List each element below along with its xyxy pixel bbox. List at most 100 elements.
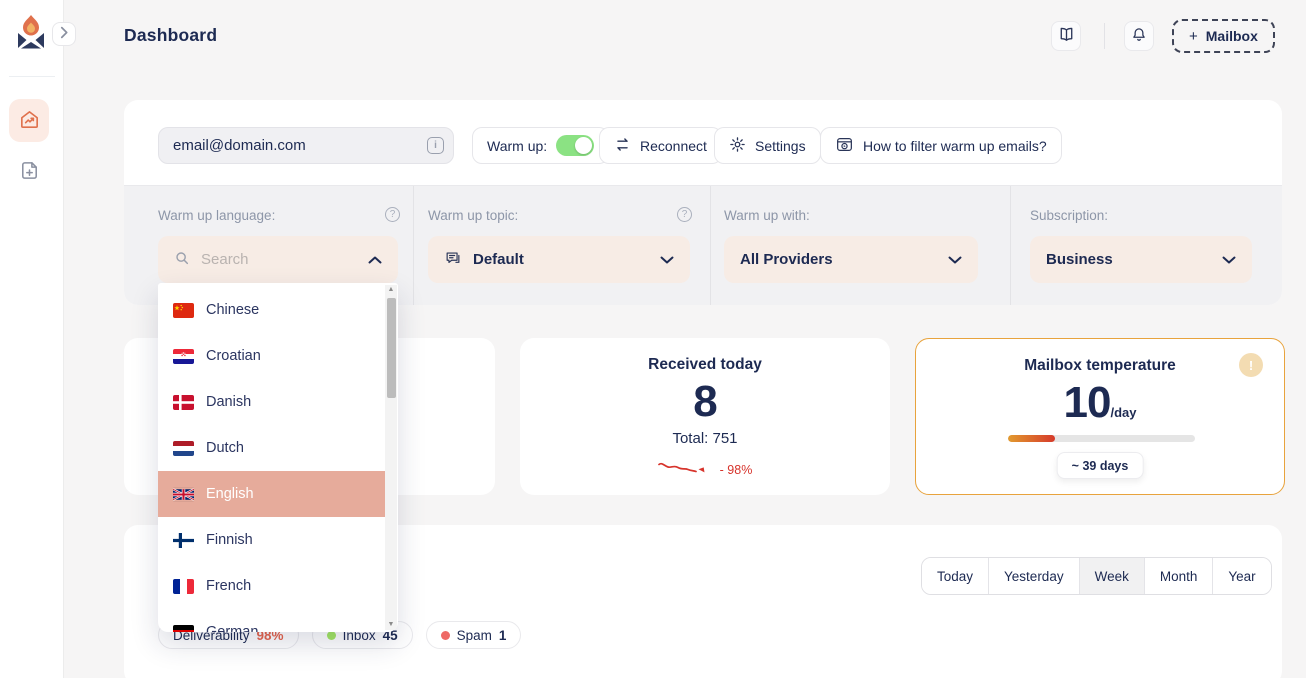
email-input[interactable] <box>158 127 454 164</box>
language-option-croatian[interactable]: Croatian <box>158 333 386 379</box>
gear-icon <box>729 136 746 156</box>
howto-filter-button[interactable]: How to filter warm up emails? <box>820 127 1062 164</box>
scroll-up-icon[interactable]: ▲ <box>385 285 397 295</box>
dropdown-scrollbar[interactable]: ▲ ▼ <box>385 285 397 630</box>
language-dropdown-list: Chinese Croatian Danish Dutch English Finnish… <box>158 287 398 632</box>
chevron-down-icon <box>948 251 962 268</box>
language-option-label: Danish <box>206 394 251 410</box>
provider-filter-label: Warm up with: <box>724 208 810 223</box>
notifications-button[interactable] <box>1124 21 1154 51</box>
header-divider <box>1104 23 1105 49</box>
received-today-total: Total: 751 <box>520 430 890 447</box>
legend-badge-spam[interactable]: Spam 1 <box>426 621 522 649</box>
language-option-label: Croatian <box>206 348 261 364</box>
reconnect-label: Reconnect <box>640 138 707 154</box>
sidebar <box>0 0 64 678</box>
filter-divider <box>1010 186 1011 305</box>
language-option-label: Dutch <box>206 440 244 456</box>
received-today-value: 8 <box>520 380 890 424</box>
subscription-select[interactable]: Business <box>1030 236 1252 283</box>
range-tab-week[interactable]: Week <box>1079 558 1144 594</box>
sidebar-collapse-button[interactable] <box>52 22 76 46</box>
temperature-progress-fill <box>1008 435 1055 442</box>
settings-button[interactable]: Settings <box>714 127 821 164</box>
legend-label: Spam <box>457 628 492 643</box>
sidebar-divider <box>9 76 55 77</box>
flag-nl-icon <box>173 441 194 456</box>
mailbox-temperature-title: Mailbox temperature <box>916 357 1284 375</box>
sidebar-item-add-file[interactable] <box>9 150 49 193</box>
chevron-down-icon <box>1222 251 1236 268</box>
legend-dot-icon <box>441 631 450 640</box>
flag-hr-icon <box>173 349 194 364</box>
flag-dk-icon <box>173 395 194 410</box>
language-dropdown: Chinese Croatian Danish Dutch English Finnish… <box>158 283 398 632</box>
chevron-right-icon <box>60 26 69 42</box>
language-option-label: English <box>206 486 254 502</box>
topic-help-icon[interactable]: ? <box>677 207 692 222</box>
language-help-icon[interactable]: ? <box>385 207 400 222</box>
language-option-english[interactable]: English <box>158 471 386 517</box>
topic-value: Default <box>473 251 649 268</box>
temperature-eta-badge: ~ 39 days <box>1057 452 1144 479</box>
provider-value: All Providers <box>740 251 937 268</box>
language-search-input[interactable] <box>201 251 357 268</box>
language-option-chinese[interactable]: Chinese <box>158 287 386 333</box>
temperature-value-group: 10 /day <box>916 381 1284 425</box>
flag-fi-icon <box>173 533 194 548</box>
howto-label: How to filter warm up emails? <box>863 138 1047 154</box>
temperature-value: 10 <box>1064 381 1111 425</box>
video-icon <box>835 135 854 157</box>
temperature-unit: /day <box>1110 405 1136 420</box>
flag-cn-icon <box>173 303 194 318</box>
chat-topic-icon <box>444 249 462 271</box>
bell-icon <box>1130 26 1148 47</box>
sidebar-item-dashboard[interactable] <box>9 99 49 142</box>
flag-fr-icon <box>173 579 194 594</box>
language-select[interactable] <box>158 236 398 283</box>
language-option-german[interactable]: German <box>158 609 386 632</box>
email-info-icon[interactable]: i <box>427 137 444 154</box>
language-option-label: Chinese <box>206 302 259 318</box>
add-mailbox-label: Mailbox <box>1206 28 1258 44</box>
range-tab-today[interactable]: Today <box>922 558 988 594</box>
sync-icon <box>614 136 631 156</box>
language-option-label: French <box>206 578 251 594</box>
language-option-dutch[interactable]: Dutch <box>158 425 386 471</box>
toggle-knob <box>575 137 592 154</box>
range-tab-month[interactable]: Month <box>1144 558 1213 594</box>
plus-icon: + <box>1189 28 1198 45</box>
received-today-title: Received today <box>520 356 890 374</box>
topic-select[interactable]: Default <box>428 236 690 283</box>
temperature-alert-icon[interactable]: ! <box>1239 353 1263 377</box>
topic-filter-label: Warm up topic: <box>428 208 518 223</box>
language-option-french[interactable]: French <box>158 563 386 609</box>
warmup-label: Warm up: <box>487 138 547 154</box>
chevron-up-icon <box>368 251 382 268</box>
language-option-label: Finnish <box>206 532 253 548</box>
range-tab-yesterday[interactable]: Yesterday <box>988 558 1079 594</box>
range-tab-year[interactable]: Year <box>1212 558 1270 594</box>
legend-value: 1 <box>499 628 507 643</box>
subscription-value: Business <box>1046 251 1211 268</box>
warmup-toggle-group[interactable]: Warm up: <box>472 127 609 164</box>
language-option-danish[interactable]: Danish <box>158 379 386 425</box>
chevron-down-icon <box>660 251 674 268</box>
file-plus-icon <box>18 159 41 185</box>
temperature-progress-track <box>1008 435 1195 442</box>
provider-select[interactable]: All Providers <box>724 236 978 283</box>
trend-value: - 98% <box>720 463 753 477</box>
range-tabs: TodayYesterdayWeekMonthYear <box>921 557 1272 595</box>
mailbox-temperature-card: Mailbox temperature ! 10 /day ~ 39 days <box>915 338 1285 495</box>
reconnect-button[interactable]: Reconnect <box>599 127 722 164</box>
received-today-card: Received today 8 Total: 751 - 98% <box>520 338 890 495</box>
language-option-finnish[interactable]: Finnish <box>158 517 386 563</box>
scrollbar-thumb[interactable] <box>387 298 396 398</box>
page-title: Dashboard <box>124 25 217 46</box>
docs-button[interactable] <box>1051 21 1081 51</box>
scroll-down-icon[interactable]: ▼ <box>385 620 397 630</box>
add-mailbox-button[interactable]: + Mailbox <box>1172 19 1275 53</box>
mailbox-toolbar: i Warm up: Reconnect <box>124 100 1282 185</box>
warmup-toggle[interactable] <box>556 135 594 156</box>
app-logo-icon <box>11 12 51 52</box>
